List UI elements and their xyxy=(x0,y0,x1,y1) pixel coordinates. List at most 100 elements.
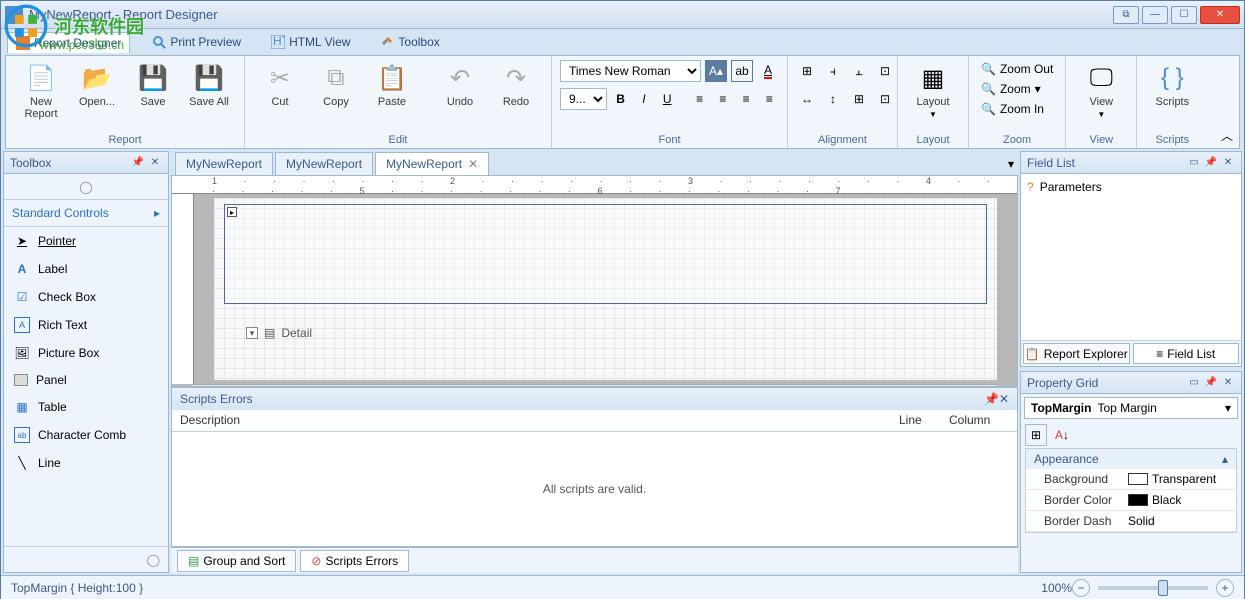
comb-icon: ab xyxy=(14,427,30,443)
size-h-button[interactable]: ↕ xyxy=(822,88,844,110)
align-left-button[interactable]: ≡ xyxy=(690,88,709,110)
new-report-button[interactable]: 📄New Report xyxy=(14,60,68,122)
pin-button[interactable]: 📌 xyxy=(1204,376,1218,390)
tab-scripts-errors[interactable]: ⊘Scripts Errors xyxy=(300,550,409,572)
top-margin-band[interactable]: ▸ xyxy=(224,204,987,304)
font-color-button[interactable]: A xyxy=(757,60,779,82)
property-row[interactable]: Border ColorBlack xyxy=(1026,490,1236,511)
copy-button[interactable]: ⧉Copy xyxy=(309,60,363,110)
undo-button[interactable]: ↶Undo xyxy=(433,60,487,110)
align-h-button[interactable]: ⫞ xyxy=(822,60,844,82)
report-page[interactable]: ▸ ▾▤Detail xyxy=(214,198,997,380)
color-swatch xyxy=(1128,473,1148,485)
tab-group-sort[interactable]: ▤Group and Sort xyxy=(177,550,296,572)
view-button[interactable]: 🖵View▼ xyxy=(1074,60,1128,121)
font-size-select[interactable]: 9... xyxy=(560,88,607,110)
align-center-button[interactable]: ≡ xyxy=(713,88,732,110)
size-both-button[interactable]: ⊡ xyxy=(874,88,896,110)
zoom-slider[interactable] xyxy=(1098,586,1208,590)
paste-button[interactable]: 📋Paste xyxy=(365,60,419,110)
toolbox-item-label[interactable]: ALabel xyxy=(4,255,168,283)
window-pos-button[interactable]: ▭ xyxy=(1187,156,1201,170)
toolbox-section[interactable]: Standard Controls▸ xyxy=(4,200,168,227)
toolbox-item-richtext[interactable]: ARich Text xyxy=(4,311,168,339)
doc-tab-2[interactable]: MyNewReport✕ xyxy=(375,152,489,175)
highlight-button[interactable]: ab xyxy=(731,60,753,82)
tab-report-designer[interactable]: Report Designer xyxy=(7,32,130,53)
toolbox-item-table[interactable]: ▦Table xyxy=(4,393,168,421)
align-grid-button[interactable]: ⊞ xyxy=(796,60,818,82)
zoom-slider-thumb[interactable] xyxy=(1158,580,1168,596)
layout-icon: ▦ xyxy=(917,62,949,94)
tab-print-preview[interactable]: Print Preview xyxy=(144,32,249,52)
property-row[interactable]: BackgroundTransparent xyxy=(1026,469,1236,490)
chevron-right-icon: ▸ xyxy=(154,206,160,220)
maximize-button[interactable]: ☐ xyxy=(1171,6,1197,24)
design-surface[interactable]: 1 · · · · · · · 2 · · · · · · · 3 · · · … xyxy=(171,175,1018,387)
panel-close-button[interactable]: ✕ xyxy=(1221,376,1235,390)
property-row[interactable]: Border DashSolid xyxy=(1026,511,1236,532)
toolbox-item-picturebox[interactable]: 🖼Picture Box xyxy=(4,339,168,367)
pin-button[interactable]: 📌 xyxy=(1204,156,1218,170)
layout-button[interactable]: ▦Layout▼ xyxy=(906,60,960,121)
property-category-appearance[interactable]: Appearance▴ xyxy=(1026,449,1236,469)
collapse-icon[interactable]: ▾ xyxy=(246,327,258,339)
overflow-icon[interactable]: ◯ xyxy=(147,553,160,567)
alphabetical-button[interactable]: A↓ xyxy=(1051,424,1073,446)
align-v-button[interactable]: ⫠ xyxy=(848,60,870,82)
restore-down-button[interactable]: ⧉ xyxy=(1113,6,1139,24)
zoom-button[interactable]: 🔍Zoom ▾ xyxy=(977,80,1045,98)
toolbox-item-line[interactable]: ╲Line xyxy=(4,449,168,477)
panel-close-button[interactable]: ✕ xyxy=(999,392,1009,406)
zoom-in-status-button[interactable]: + xyxy=(1216,579,1234,597)
band-expand-icon[interactable]: ▸ xyxy=(227,207,237,217)
font-family-select[interactable]: Times New Roman xyxy=(560,60,701,82)
save-button[interactable]: 💾Save xyxy=(126,60,180,110)
italic-button[interactable]: I xyxy=(634,88,653,110)
tabs-dropdown-button[interactable]: ▾ xyxy=(1004,153,1018,175)
align-justify-button[interactable]: ≡ xyxy=(760,88,779,110)
doc-tab-0[interactable]: MyNewReport xyxy=(175,152,273,175)
align-right-button[interactable]: ≡ xyxy=(737,88,756,110)
pin-button[interactable]: 📌 xyxy=(131,156,145,170)
toolbox-item-pointer[interactable]: ➤Pointer xyxy=(4,227,168,255)
zoom-in-button[interactable]: 🔍Zoom In xyxy=(977,100,1048,118)
label-icon: A xyxy=(14,261,30,277)
align-c-button[interactable]: ⊡ xyxy=(874,60,896,82)
property-object-select[interactable]: TopMarginTop Margin▾ xyxy=(1024,397,1238,419)
toolbox-item-charcomb[interactable]: abCharacter Comb xyxy=(4,421,168,449)
cut-button[interactable]: ✂Cut xyxy=(253,60,307,110)
bold-button[interactable]: B xyxy=(611,88,630,110)
close-button[interactable]: ✕ xyxy=(1200,6,1240,24)
redo-button[interactable]: ↷Redo xyxy=(489,60,543,110)
save-all-button[interactable]: 💾Save All xyxy=(182,60,236,110)
zoom-out-status-button[interactable]: − xyxy=(1072,579,1090,597)
tab-toolbox[interactable]: Toolbox xyxy=(372,32,447,52)
window-pos-button[interactable]: ▭ xyxy=(1187,376,1201,390)
horizontal-scrollbar[interactable] xyxy=(192,384,997,387)
field-parameters[interactable]: ?Parameters xyxy=(1025,178,1237,196)
tab-field-list[interactable]: ≡Field List xyxy=(1133,343,1240,364)
open-button[interactable]: 📂Open... xyxy=(70,60,124,110)
panel-close-button[interactable]: ✕ xyxy=(1221,156,1235,170)
size-grid-button[interactable]: ⊞ xyxy=(848,88,870,110)
minimize-button[interactable]: — xyxy=(1142,6,1168,24)
zoom-out-button[interactable]: 🔍Zoom Out xyxy=(977,60,1057,78)
underline-button[interactable]: U xyxy=(658,88,677,110)
ribbon-collapse-button[interactable]: ︿ xyxy=(1221,127,1233,144)
toolbox-item-checkbox[interactable]: ☑Check Box xyxy=(4,283,168,311)
tab-close-button[interactable]: ✕ xyxy=(468,157,478,171)
zoomin-icon: 🔍 xyxy=(981,102,996,116)
doc-tab-1[interactable]: MyNewReport xyxy=(275,152,373,175)
pin-button[interactable]: 📌 xyxy=(984,392,999,406)
scripts-button[interactable]: { }Scripts xyxy=(1145,60,1199,110)
toolbox-item-panel[interactable]: Panel xyxy=(4,367,168,393)
tab-html-view[interactable]: HTMHTML View xyxy=(263,32,358,52)
app-icon xyxy=(5,6,23,24)
categorized-button[interactable]: ⊞ xyxy=(1025,424,1047,446)
font-grow-button[interactable]: A▴ xyxy=(705,60,727,82)
panel-close-button[interactable]: ✕ xyxy=(148,156,162,170)
detail-band-header[interactable]: ▾▤Detail xyxy=(246,326,312,340)
tab-report-explorer[interactable]: 📋Report Explorer xyxy=(1023,343,1130,364)
size-w-button[interactable]: ↔ xyxy=(796,88,818,110)
